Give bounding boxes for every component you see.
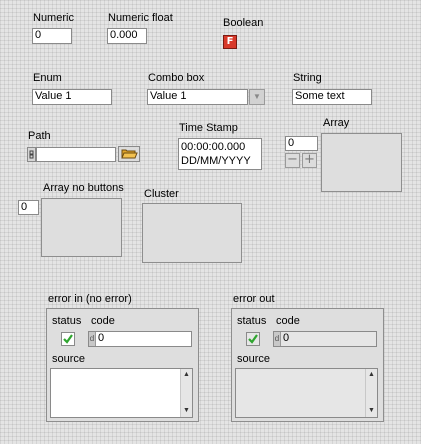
scroll-down-icon[interactable]: ▼ <box>366 406 377 416</box>
check-icon <box>248 334 258 344</box>
time-stamp-time: 00:00:00.000 <box>181 141 246 153</box>
cluster-container <box>142 203 242 263</box>
scroll-down-icon[interactable]: ▼ <box>181 406 192 416</box>
error-out-radix-indicator: d <box>274 332 281 346</box>
scroll-up-icon[interactable]: ▲ <box>366 370 377 380</box>
error-out-source-display <box>235 368 378 418</box>
check-icon <box>63 334 73 344</box>
error-out-code-display: 0 <box>273 331 377 347</box>
array-label: Array <box>323 117 350 129</box>
combo-box-dropdown-button[interactable]: ▼ <box>249 89 265 105</box>
error-in-source-scrollbar[interactable]: ▲ ▼ <box>180 369 192 417</box>
combo-box-label: Combo box <box>148 72 205 84</box>
array-no-buttons-label: Array no buttons <box>43 182 124 194</box>
error-in-code-label: code <box>91 315 115 327</box>
array-no-buttons-index-input[interactable]: 0 <box>18 200 39 215</box>
path-input[interactable] <box>36 147 116 162</box>
folder-icon <box>121 149 138 159</box>
string-input[interactable]: Some text <box>292 89 372 105</box>
error-in-status-label: status <box>52 315 82 327</box>
path-type-icon <box>27 147 36 162</box>
minus-icon: − <box>287 152 298 167</box>
error-in-radix-indicator: d <box>89 332 96 346</box>
error-in-source-label: source <box>52 353 86 365</box>
enum-label: Enum <box>33 72 62 84</box>
plus-icon: + <box>304 152 315 167</box>
error-out-label: error out <box>233 293 275 305</box>
scroll-up-icon[interactable]: ▲ <box>181 370 192 380</box>
error-out-code-label: code <box>276 315 300 327</box>
numeric-label: Numeric <box>33 12 74 24</box>
error-in-cluster: status code 0 d source ▲ ▼ <box>46 308 199 422</box>
numeric-input[interactable]: 0 <box>32 28 72 44</box>
error-in-status-checkbox[interactable] <box>61 332 75 346</box>
string-label: String <box>293 72 322 84</box>
boolean-label: Boolean <box>223 17 264 29</box>
error-out-status-label: status <box>237 315 267 327</box>
cluster-label: Cluster <box>144 188 179 200</box>
array-index-input[interactable]: 0 <box>285 136 318 151</box>
time-stamp-label: Time Stamp <box>179 122 238 134</box>
enum-select[interactable]: Value 1 <box>32 89 112 105</box>
time-stamp-date: DD/MM/YYYY <box>181 155 251 167</box>
array-no-buttons-element-area[interactable] <box>41 198 122 257</box>
error-in-label: error in (no error) <box>48 293 132 305</box>
path-label: Path <box>28 130 51 142</box>
error-in-code-input[interactable]: 0 <box>88 331 192 347</box>
error-out-cluster: status code 0 d source ▲ ▼ <box>231 308 384 422</box>
boolean-toggle[interactable]: F <box>223 35 237 49</box>
error-in-source-input[interactable] <box>50 368 193 418</box>
numeric-float-input[interactable]: 0.000 <box>107 28 147 44</box>
array-remove-button[interactable]: − <box>285 153 300 168</box>
chevron-down-icon: ▼ <box>253 92 261 101</box>
combo-box-input[interactable]: Value 1 <box>147 89 248 105</box>
numeric-float-label: Numeric float <box>108 12 173 24</box>
time-stamp-input[interactable]: 00:00:00.000 DD/MM/YYYY <box>178 138 262 170</box>
error-out-source-scrollbar[interactable]: ▲ ▼ <box>365 369 377 417</box>
error-out-status-indicator <box>246 332 260 346</box>
browse-button[interactable] <box>118 146 140 162</box>
array-add-button[interactable]: + <box>302 153 317 168</box>
error-out-source-label: source <box>237 353 271 365</box>
array-element-area[interactable] <box>321 133 402 192</box>
